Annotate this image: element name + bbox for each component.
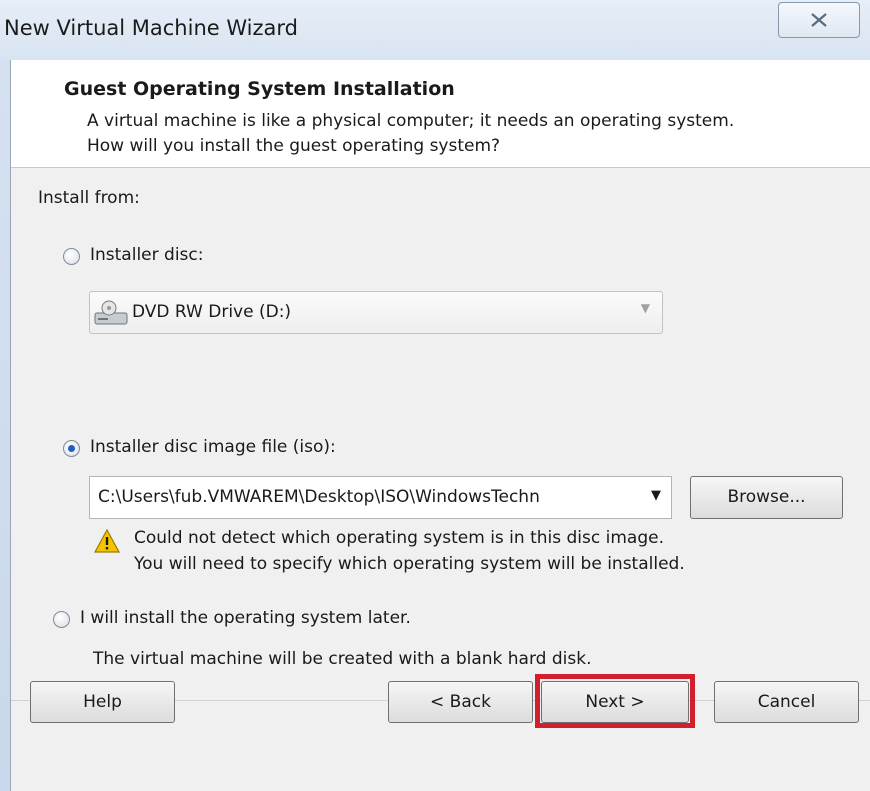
- iso-path-combo[interactable]: C:\Users\fub.VMWAREM\Desktop\ISO\Windows…: [89, 476, 672, 519]
- install-from-label: Install from:: [38, 188, 140, 208]
- back-button[interactable]: < Back: [388, 681, 533, 723]
- browse-button[interactable]: Browse...: [690, 476, 843, 519]
- install-later-label[interactable]: I will install the operating system late…: [80, 608, 411, 628]
- warning-icon: [93, 528, 121, 553]
- help-button[interactable]: Help: [30, 681, 175, 723]
- radio-install-later[interactable]: [53, 611, 70, 628]
- warning-line-1: Could not detect which operating system …: [134, 528, 664, 548]
- dvd-drive-icon: [94, 300, 128, 325]
- cancel-button[interactable]: Cancel: [714, 681, 859, 723]
- window-title: New Virtual Machine Wizard: [4, 16, 298, 40]
- drive-select: DVD RW Drive (D:) ▼: [89, 291, 663, 334]
- warning-line-2: You will need to specify which operating…: [134, 554, 685, 574]
- iso-label[interactable]: Installer disc image file (iso):: [90, 437, 336, 457]
- drive-select-value: DVD RW Drive (D:): [132, 302, 292, 322]
- radio-iso[interactable]: [63, 440, 80, 457]
- installer-disc-label[interactable]: Installer disc:: [90, 245, 203, 265]
- wizard-window: New Virtual Machine Wizard Guest Operati…: [0, 0, 870, 791]
- chevron-down-icon[interactable]: ▼: [651, 488, 661, 503]
- iso-path-value[interactable]: C:\Users\fub.VMWAREM\Desktop\ISO\Windows…: [98, 487, 638, 507]
- chevron-down-icon: ▼: [640, 301, 650, 315]
- page-title: Guest Operating System Installation: [64, 78, 455, 100]
- install-later-note: The virtual machine will be created with…: [93, 649, 592, 669]
- wizard-header: Guest Operating System Installation A vi…: [11, 60, 870, 168]
- page-description: A virtual machine is like a physical com…: [87, 111, 735, 156]
- radio-installer-disc[interactable]: [63, 248, 80, 265]
- close-icon: [811, 13, 827, 27]
- title-bar: New Virtual Machine Wizard: [0, 0, 870, 60]
- close-button[interactable]: [778, 2, 860, 38]
- warning-message: Could not detect which operating system …: [134, 525, 685, 577]
- next-button-highlight: [535, 674, 695, 728]
